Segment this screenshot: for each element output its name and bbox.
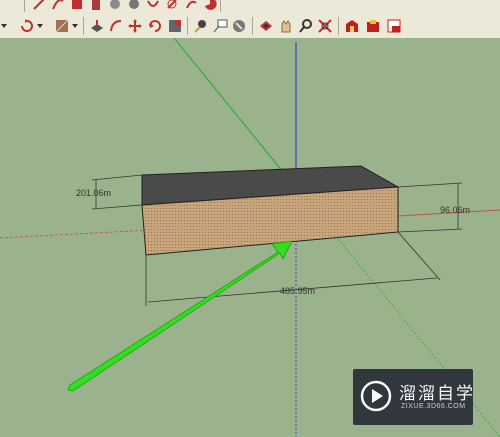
circle-icon[interactable] (106, 0, 124, 13)
toolbar-separator (220, 0, 221, 12)
watermark-url: ZIXUE.3D66.COM (401, 403, 466, 410)
annotation-arrow (67, 240, 293, 392)
toolbar-separator (187, 17, 188, 35)
dim-extension-line (397, 182, 463, 188)
rotated-rect-icon[interactable] (182, 0, 200, 13)
warehouse-icon[interactable] (343, 17, 361, 35)
pie-icon[interactable] (201, 0, 219, 13)
rotate-icon[interactable] (18, 17, 36, 35)
dropdown-arrow-icon[interactable] (71, 17, 81, 35)
drawing-toolbar (0, 0, 500, 15)
dim-extension-line (397, 231, 441, 281)
toolbar-separator (83, 17, 84, 35)
height-dimension-label: 96.06m (440, 205, 470, 215)
toolbar-separator (338, 17, 339, 35)
scale-icon[interactable] (166, 17, 184, 35)
polygon-icon[interactable] (125, 0, 143, 13)
dim-extension-line (91, 204, 143, 210)
watermark-badge: 溜溜自学 ZIXUE.3D66.COM (353, 369, 473, 425)
tape-measure-icon[interactable] (192, 17, 210, 35)
toolbar-separator (24, 0, 25, 12)
move-icon[interactable] (126, 17, 144, 35)
rotate-tool-icon[interactable] (146, 17, 164, 35)
eraser-icon[interactable] (87, 0, 105, 13)
depth-dimension-label: 201.06m (76, 188, 111, 198)
arc-icon[interactable] (49, 0, 67, 13)
edit-toolbar (0, 14, 500, 39)
paint-bucket-icon[interactable] (53, 17, 71, 35)
red-axis-dashed (0, 229, 151, 239)
length-dimension-label: 485.95m (280, 286, 315, 296)
follow-me-icon[interactable] (107, 17, 125, 35)
rectangle-icon[interactable] (68, 0, 86, 13)
push-pull-icon[interactable] (88, 17, 106, 35)
tape-icon[interactable] (163, 0, 181, 13)
freehand-icon[interactable] (144, 0, 162, 13)
green-axis (173, 38, 296, 188)
layout-icon[interactable] (385, 17, 403, 35)
zoom-icon[interactable] (297, 17, 315, 35)
watermark-logo-icon (359, 379, 393, 413)
model-viewport[interactable]: 201.06m 96.06m 485.95m 溜溜自学 ZIXUE.3D66.C… (0, 38, 500, 437)
dropdown-arrow-icon[interactable] (36, 17, 46, 35)
watermark-brand: 溜溜自学 (399, 384, 475, 404)
toolbar-separator (252, 17, 253, 35)
text-label-icon[interactable] (211, 17, 229, 35)
dim-extension-line (91, 174, 143, 181)
dropdown-arrow-icon[interactable] (0, 17, 10, 35)
zoom-extents-icon[interactable] (316, 17, 334, 35)
3d-text-icon[interactable] (230, 17, 248, 35)
orbit-icon[interactable] (257, 17, 275, 35)
extension-warehouse-icon[interactable] (364, 17, 382, 35)
pan-icon[interactable] (277, 17, 295, 35)
pencil-icon[interactable] (30, 0, 48, 13)
dim-extension-line (397, 228, 463, 233)
